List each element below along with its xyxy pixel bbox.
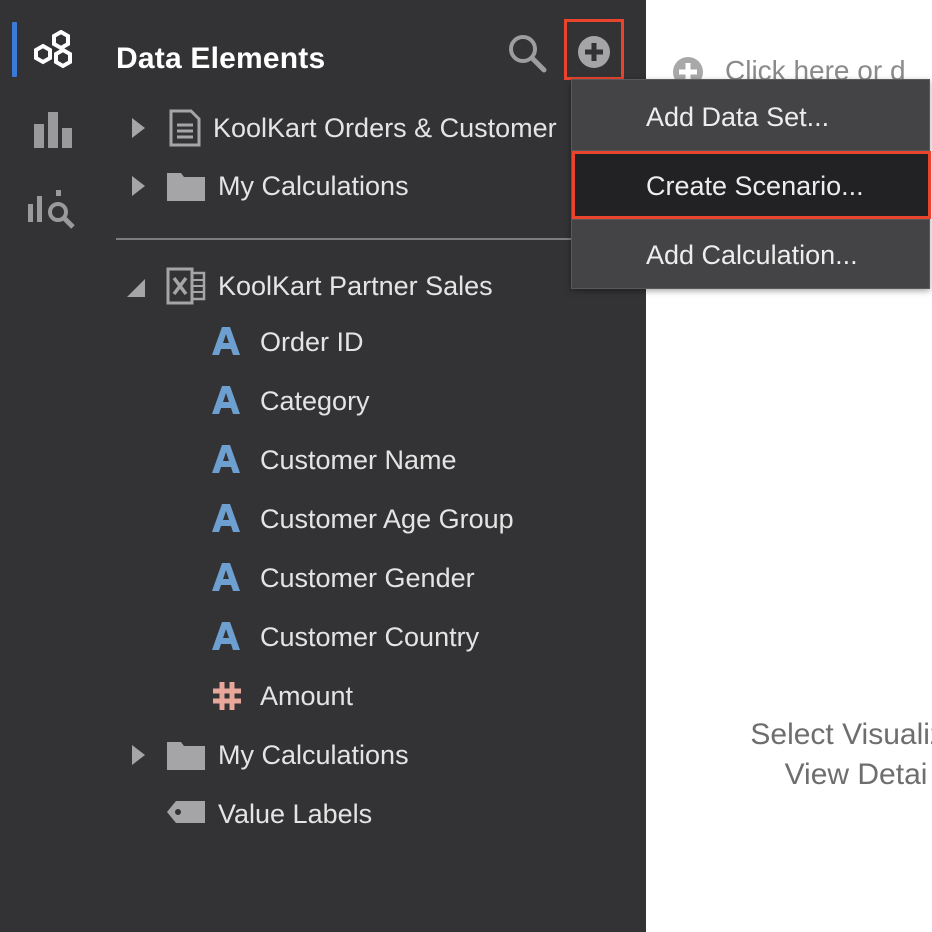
attribute-icon (212, 445, 240, 473)
canvas-message-line2: View Detai (784, 758, 928, 791)
expand-arrow-icon[interactable] (130, 175, 146, 197)
column-item-customer-gender[interactable]: Customer Gender (103, 553, 646, 603)
tree-item-dataset-partner-sales[interactable]: KoolKart Partner Sales (103, 261, 646, 311)
menu-item-label: Add Data Set... (646, 102, 830, 132)
left-rail (0, 0, 103, 932)
tree-item-value-labels[interactable]: Value Labels (103, 789, 646, 839)
selected-item-highlight (572, 151, 931, 219)
visualizations-icon[interactable] (34, 110, 74, 150)
attribute-icon (212, 327, 240, 355)
menu-item-add-data-set[interactable]: Add Data Set... (572, 82, 929, 150)
attribute-icon (212, 622, 240, 650)
tree-item-dataset-orders[interactable]: KoolKart Orders & Customer (103, 103, 646, 153)
tree-item-label: My Calculations (218, 740, 409, 770)
column-label: Customer Gender (260, 563, 475, 593)
attribute-icon (212, 386, 240, 414)
column-label: Order ID (260, 327, 364, 357)
add-button-highlight (564, 19, 624, 80)
collapse-arrow-icon[interactable] (125, 278, 147, 298)
tree-item-label: Value Labels (218, 799, 373, 829)
analytics-icon[interactable] (28, 188, 76, 232)
column-label: Category (260, 386, 370, 416)
data-elements-panel: Data Elements KoolKart Orders & Customer… (103, 0, 646, 932)
menu-item-label: Add Calculation... (646, 240, 858, 270)
tree-item-my-calculations[interactable]: My Calculations (103, 161, 646, 211)
tag-icon (167, 801, 205, 823)
column-item-amount[interactable]: Amount (103, 671, 646, 721)
column-item-customer-name[interactable]: Customer Name (103, 435, 646, 485)
measure-hash-icon (213, 682, 241, 710)
tree-item-label: My Calculations (218, 171, 409, 201)
panel-title: Data Elements (116, 42, 326, 75)
column-item-customer-age-group[interactable]: Customer Age Group (103, 494, 646, 544)
column-label: Customer Age Group (260, 504, 514, 534)
document-icon (169, 109, 201, 147)
tree-item-dataset-calculations[interactable]: My Calculations (103, 730, 646, 780)
attribute-icon (212, 504, 240, 532)
column-item-order-id[interactable]: Order ID (103, 317, 646, 367)
column-label: Customer Name (260, 445, 457, 475)
folder-icon (167, 173, 205, 201)
search-icon[interactable] (507, 33, 547, 73)
tree-item-label: KoolKart Partner Sales (218, 271, 493, 301)
column-item-category[interactable]: Category (103, 376, 646, 426)
column-label: Amount (260, 681, 354, 711)
column-item-customer-country[interactable]: Customer Country (103, 612, 646, 662)
section-divider (116, 238, 646, 240)
canvas-message-line1: Select Visualiza (750, 718, 932, 751)
expand-arrow-icon[interactable] (130, 744, 146, 766)
data-icon[interactable] (32, 30, 74, 72)
expand-arrow-icon[interactable] (130, 117, 146, 139)
attribute-icon (212, 563, 240, 591)
active-indicator (12, 22, 17, 77)
menu-item-add-calculation[interactable]: Add Calculation... (572, 220, 929, 288)
folder-icon (167, 742, 205, 770)
tree-item-label: KoolKart Orders & Customer (213, 113, 557, 143)
excel-icon (166, 267, 206, 305)
column-label: Customer Country (260, 622, 480, 652)
